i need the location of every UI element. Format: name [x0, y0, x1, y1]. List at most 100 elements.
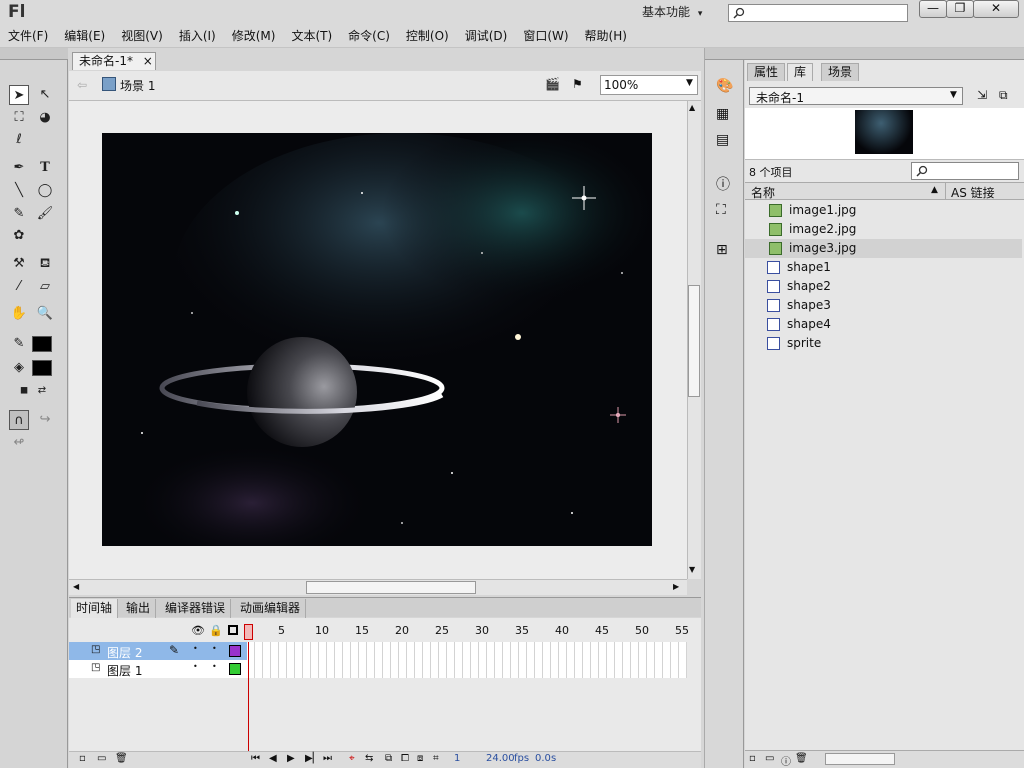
- hand-tool-icon[interactable]: ✋: [9, 304, 29, 324]
- onion-outline-icon[interactable]: ⧠: [401, 753, 409, 764]
- list-item[interactable]: image2.jpg: [745, 220, 1022, 239]
- edit-symbols-icon[interactable]: ⚑: [572, 77, 583, 91]
- list-item[interactable]: image3.jpg: [745, 239, 1022, 258]
- search-input[interactable]: [728, 4, 908, 22]
- smooth-icon[interactable]: ↪: [35, 410, 55, 430]
- info-panel-icon[interactable]: ⓘ: [716, 174, 730, 194]
- tab-scene[interactable]: 场景: [821, 63, 860, 81]
- swatches-panel-icon[interactable]: ▦: [716, 106, 729, 122]
- stage-horizontal-scrollbar[interactable]: ◀ ▶: [69, 579, 687, 595]
- go-last-frame-icon[interactable]: ⏭: [323, 753, 332, 764]
- onion-skin-icon[interactable]: ⧉: [385, 753, 392, 764]
- tab-timeline[interactable]: 时间轴: [71, 599, 119, 618]
- delete-layer-icon[interactable]: 🗑: [115, 753, 128, 764]
- loop-icon[interactable]: ⇆: [365, 753, 373, 764]
- visibility-dot[interactable]: •: [193, 662, 198, 671]
- back-arrow-icon[interactable]: ⇦: [77, 78, 87, 92]
- paint-bucket-tool-icon[interactable]: ⛾: [35, 254, 55, 274]
- menu-edit[interactable]: 编辑(E): [56, 26, 113, 46]
- frame-grid[interactable]: [247, 642, 687, 678]
- new-folder-icon[interactable]: ▭: [97, 753, 106, 764]
- list-item[interactable]: sprite: [745, 334, 1022, 353]
- menu-text[interactable]: 文本(T): [283, 26, 340, 46]
- brush-tool-icon[interactable]: 🖌: [35, 204, 55, 224]
- edit-scene-icon[interactable]: 🎬: [545, 77, 560, 91]
- close-icon[interactable]: ×: [143, 54, 153, 68]
- new-symbol-icon[interactable]: ▫: [749, 753, 756, 764]
- menu-control[interactable]: 控制(O): [398, 26, 457, 46]
- elapsed-time[interactable]: 0.0: [535, 753, 551, 764]
- lock-dot[interactable]: •: [212, 662, 217, 671]
- snap-to-objects-icon[interactable]: ∩: [9, 410, 29, 430]
- scene-label[interactable]: 场景 1: [120, 77, 155, 94]
- line-tool-icon[interactable]: ╲: [9, 181, 29, 201]
- list-item[interactable]: image1.jpg: [745, 201, 1022, 220]
- swap-colors-icon[interactable]: ⇄: [32, 381, 52, 401]
- lock-dot[interactable]: •: [212, 644, 217, 653]
- eraser-tool-icon[interactable]: ▱: [35, 277, 55, 297]
- align-panel-icon[interactable]: ▤: [716, 132, 729, 148]
- library-document-select[interactable]: 未命名-1 ▼: [749, 87, 963, 105]
- sort-icon[interactable]: ▲: [931, 185, 938, 195]
- fill-color-swatch[interactable]: [32, 360, 52, 376]
- menu-modify[interactable]: 修改(M): [224, 26, 284, 46]
- pin-library-icon[interactable]: ⇲: [977, 88, 987, 102]
- menu-commands[interactable]: 命令(C): [340, 26, 398, 46]
- tab-library[interactable]: 库: [787, 63, 814, 81]
- pencil-tool-icon[interactable]: ✎: [9, 204, 29, 224]
- zoom-tool-icon[interactable]: 🔍: [35, 304, 55, 324]
- workspace-switcher[interactable]: 基本功能 ▾: [636, 3, 714, 23]
- new-layer-icon[interactable]: ▫: [79, 753, 86, 764]
- default-colors-icon[interactable]: ◼: [14, 381, 34, 401]
- library-scrollbar-thumb[interactable]: [825, 753, 895, 765]
- new-folder-icon[interactable]: ▭: [765, 753, 774, 764]
- scrollbar-thumb[interactable]: [688, 285, 700, 397]
- oval-tool-icon[interactable]: ◯: [35, 181, 55, 201]
- tab-output[interactable]: 输出: [121, 599, 157, 618]
- minimize-button[interactable]: —: [919, 0, 947, 18]
- lock-icon[interactable]: 🔒: [209, 624, 223, 637]
- layer-color-swatch[interactable]: [229, 645, 241, 657]
- layer-name[interactable]: 图层 1: [107, 662, 142, 679]
- selection-tool-icon[interactable]: ➤: [9, 85, 29, 105]
- go-first-frame-icon[interactable]: ⏮: [251, 753, 260, 764]
- list-item[interactable]: shape4: [745, 315, 1022, 334]
- straighten-icon[interactable]: ↫: [9, 433, 29, 453]
- scrollbar-thumb[interactable]: [306, 581, 476, 594]
- frame-rate[interactable]: 24.00: [486, 753, 515, 764]
- restore-button[interactable]: ❐: [946, 0, 974, 18]
- menu-help[interactable]: 帮助(H): [577, 26, 635, 46]
- zoom-select[interactable]: 100% ▼: [600, 75, 698, 95]
- outline-icon[interactable]: [228, 625, 238, 635]
- play-icon[interactable]: ▶: [287, 753, 295, 764]
- list-item[interactable]: shape1: [745, 258, 1022, 277]
- library-search-input[interactable]: [911, 162, 1019, 180]
- eyedropper-tool-icon[interactable]: ⁄: [9, 277, 29, 297]
- layer-name[interactable]: 图层 2: [107, 644, 142, 661]
- stage-canvas[interactable]: [102, 133, 652, 546]
- document-tab[interactable]: 未命名-1* ×: [72, 52, 156, 70]
- eye-icon[interactable]: 👁: [191, 624, 205, 637]
- list-item[interactable]: shape2: [745, 277, 1022, 296]
- close-button[interactable]: ✕: [973, 0, 1019, 18]
- list-item[interactable]: shape3: [745, 296, 1022, 315]
- bone-tool-icon[interactable]: ⚒: [9, 254, 29, 274]
- stroke-color-swatch[interactable]: [32, 336, 52, 352]
- step-forward-icon[interactable]: ▶▏: [305, 753, 320, 764]
- scroll-down-icon[interactable]: ▼: [689, 565, 695, 574]
- menu-debug[interactable]: 调试(D): [457, 26, 516, 46]
- lasso-tool-icon[interactable]: ℓ: [9, 130, 29, 150]
- step-back-icon[interactable]: ◀: [269, 753, 277, 764]
- tab-motion-editor[interactable]: 动画编辑器: [235, 599, 307, 618]
- 3d-rotation-tool-icon[interactable]: ◕: [35, 108, 55, 128]
- edit-multiple-icon[interactable]: ⧈: [417, 753, 423, 764]
- playhead-handle[interactable]: [244, 624, 253, 640]
- layer-row-2[interactable]: ◳ 图层 2 ✎ • •: [69, 642, 247, 660]
- color-panel-icon[interactable]: 🎨: [716, 78, 733, 94]
- menu-window[interactable]: 窗口(W): [515, 26, 576, 46]
- current-frame[interactable]: 1: [454, 753, 460, 764]
- tab-properties[interactable]: 属性: [747, 63, 786, 81]
- layer-color-swatch[interactable]: [229, 663, 241, 675]
- pen-tool-icon[interactable]: ✒: [9, 158, 29, 178]
- scroll-right-icon[interactable]: ▶: [673, 582, 679, 591]
